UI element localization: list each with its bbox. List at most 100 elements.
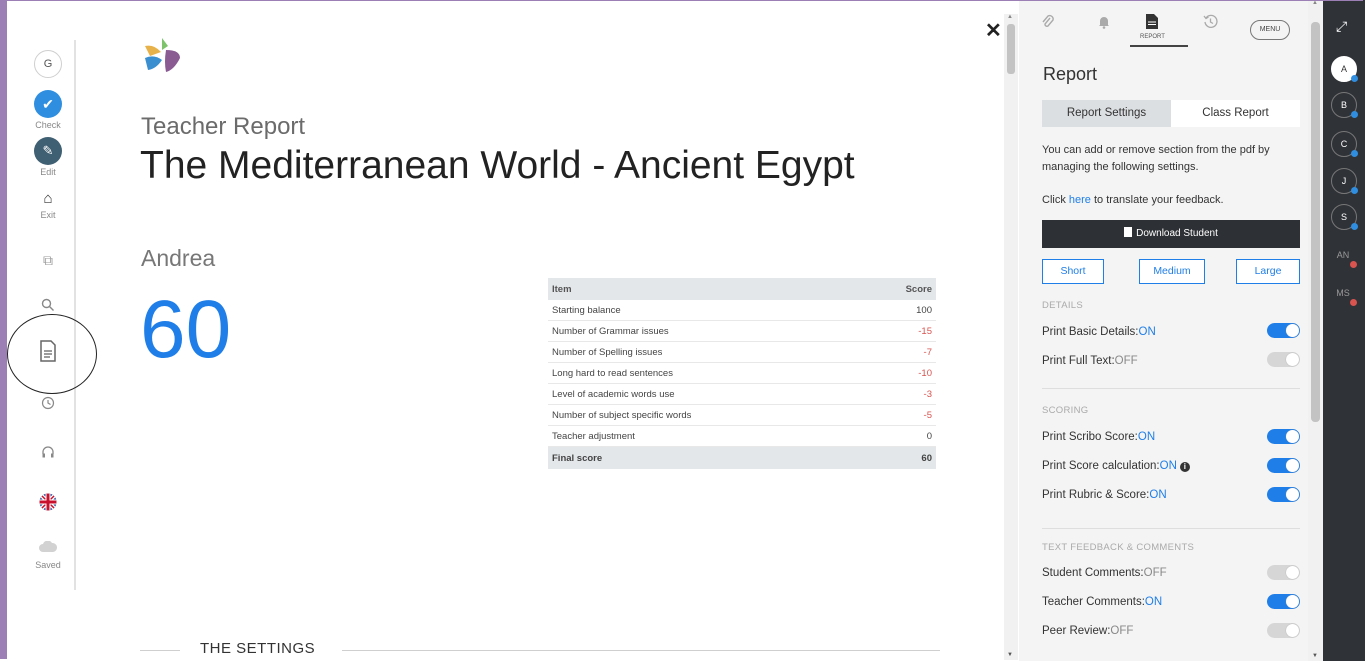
language-button[interactable]: [22, 493, 74, 516]
tab-report-settings[interactable]: Report Settings: [1042, 100, 1171, 127]
toggle-peer-review[interactable]: [1267, 623, 1300, 638]
row-item: Starting balance: [548, 300, 863, 321]
toggle-print-full-text[interactable]: [1267, 352, 1300, 367]
row-score: 0: [862, 425, 936, 447]
option-label: Peer Review:: [1042, 625, 1111, 637]
avatar-initials: MS: [1336, 288, 1350, 298]
translate-line: Click here to translate your feedback.: [1042, 192, 1312, 209]
scrollbar-thumb[interactable]: [1007, 24, 1015, 74]
option-state: OFF: [1114, 355, 1138, 367]
check-button[interactable]: ✔ Check: [22, 90, 74, 130]
avatar-initials: J: [1341, 176, 1347, 186]
heading-rule-left: [140, 650, 180, 651]
section-divider: [1042, 388, 1300, 389]
copy-button[interactable]: ⧉: [22, 250, 74, 270]
option-state: OFF: [1110, 625, 1134, 637]
row-item: Number of Spelling issues: [548, 341, 863, 363]
option-state: ON: [1144, 596, 1163, 608]
edit-button[interactable]: ✎ Edit: [22, 137, 74, 177]
option-label: Print Scribo Score:: [1042, 431, 1138, 443]
highlight-circle: [7, 314, 97, 394]
student-avatar[interactable]: S: [1331, 204, 1358, 230]
toggle-print-score-calculation[interactable]: [1267, 458, 1300, 473]
option-state: OFF: [1143, 567, 1167, 579]
status-dot: [1351, 111, 1358, 118]
avatar-initials: C: [1340, 139, 1348, 149]
student-avatar[interactable]: MS: [1331, 281, 1357, 306]
scroll-up-arrow-icon[interactable]: ▲: [1007, 14, 1013, 20]
toggle-student-comments[interactable]: [1267, 565, 1300, 580]
toggle-print-rubric-score[interactable]: [1267, 487, 1300, 502]
avatar-initials: A: [1340, 64, 1347, 74]
check-label: Check: [35, 120, 61, 130]
toggle-print-basic-details[interactable]: [1267, 323, 1300, 338]
heading-rule-right: [342, 650, 940, 651]
report-panel: REPORT MENU Report Report Settings Class…: [1019, 0, 1323, 661]
tab-report[interactable]: REPORT: [1140, 14, 1165, 40]
row-score: -15: [862, 320, 936, 342]
final-score-row: Final score 60: [548, 446, 936, 469]
cloud-icon: [22, 540, 74, 558]
info-icon[interactable]: i: [1179, 462, 1190, 472]
grammar-button[interactable]: G: [22, 50, 74, 78]
column-header-score: Score: [862, 278, 936, 300]
tab-class-report[interactable]: Class Report: [1171, 100, 1300, 127]
size-medium-button[interactable]: Medium: [1139, 259, 1205, 284]
row-score: -3: [862, 383, 936, 405]
exit-label: Exit: [40, 210, 56, 220]
scoring-heading: SCORING: [1042, 405, 1089, 416]
column-header-item: Item: [548, 278, 863, 300]
saved-status: Saved: [22, 540, 74, 570]
option-label: Student Comments:: [1042, 567, 1144, 579]
content-scrollbar[interactable]: ▲ ▼: [1004, 14, 1018, 660]
table-row: Teacher adjustment 0: [548, 425, 936, 447]
student-avatar[interactable]: C: [1331, 131, 1358, 157]
tab-notifications[interactable]: [1097, 14, 1111, 32]
scroll-down-arrow-icon[interactable]: ▼: [1007, 652, 1013, 658]
row-score: -10: [862, 362, 936, 384]
option-state: ON: [1159, 460, 1177, 472]
toggle-knob: [1286, 595, 1299, 608]
saved-label: Saved: [35, 560, 61, 570]
bell-icon: [1097, 16, 1111, 32]
student-avatar[interactable]: B: [1331, 92, 1358, 118]
student-avatar[interactable]: A: [1331, 56, 1358, 82]
student-avatar[interactable]: AN: [1331, 243, 1357, 268]
size-large-button[interactable]: Large: [1236, 259, 1300, 284]
active-tab-indicator: [1130, 45, 1188, 47]
history-button[interactable]: [22, 395, 74, 415]
status-dot: [1351, 187, 1358, 194]
option-label: Print Basic Details:: [1042, 326, 1139, 338]
download-student-button[interactable]: Download Student: [1042, 220, 1300, 248]
table-row: Number of Grammar issues -15: [548, 320, 936, 342]
panel-tabs: REPORT MENU: [1019, 0, 1323, 48]
close-icon[interactable]: ✕: [985, 18, 1002, 43]
report-title: The Mediterranean World - Ancient Egypt: [140, 144, 855, 187]
table-row: Number of subject specific words -5: [548, 404, 936, 426]
report-kicker: Teacher Report: [141, 113, 306, 140]
toggle-knob: [1286, 459, 1299, 472]
scrollbar-thumb[interactable]: [1311, 22, 1320, 422]
download-label: Download Student: [1136, 228, 1218, 239]
exit-button[interactable]: ⌂ Exit: [22, 190, 74, 220]
toggle-knob: [1286, 488, 1299, 501]
panel-scrollbar[interactable]: ▲ ▼: [1308, 0, 1323, 661]
row-score: 100: [862, 300, 936, 321]
toggle-knob: [1286, 624, 1299, 637]
student-avatar[interactable]: J: [1331, 168, 1358, 194]
scroll-up-arrow-icon[interactable]: ▲: [1312, 0, 1318, 6]
toggle-teacher-comments[interactable]: [1267, 594, 1300, 609]
expand-icon[interactable]: ⤢: [1336, 18, 1347, 35]
menu-button[interactable]: MENU: [1250, 20, 1290, 40]
audio-button[interactable]: [22, 444, 74, 464]
option-print-full-text: Print Full Text:OFF: [1042, 355, 1138, 367]
toggle-print-scribo-score[interactable]: [1267, 429, 1300, 444]
translate-link[interactable]: here: [1069, 194, 1091, 206]
tab-attachments[interactable]: [1041, 14, 1055, 33]
size-short-button[interactable]: Short: [1042, 259, 1104, 284]
table-row: Level of academic words use -3: [548, 383, 936, 405]
tab-history[interactable]: [1203, 14, 1218, 32]
scroll-down-arrow-icon[interactable]: ▼: [1312, 653, 1318, 659]
home-icon: ⌂: [43, 190, 53, 207]
option-label: Print Rubric & Score:: [1042, 489, 1150, 501]
